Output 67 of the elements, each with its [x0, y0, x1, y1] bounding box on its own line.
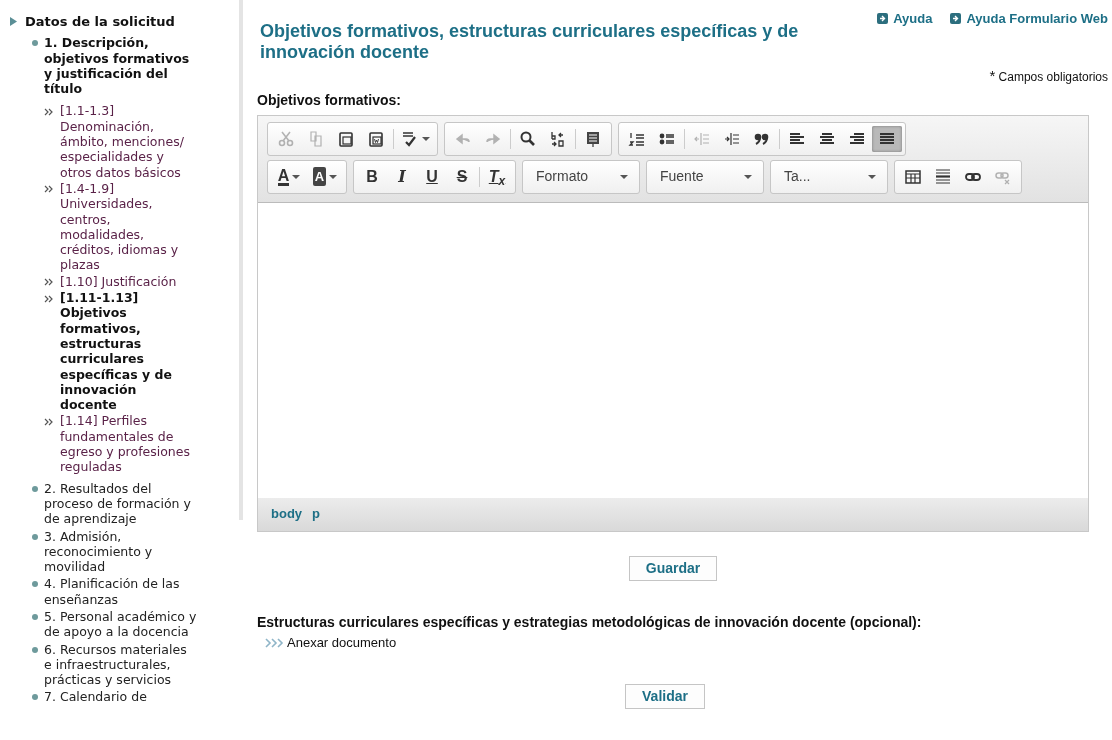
element-path-link[interactable]: body [271, 504, 303, 524]
clipboard-icon [337, 129, 355, 148]
italic-button[interactable]: I [387, 163, 417, 190]
bullet-icon [32, 485, 38, 492]
strikethrough-button[interactable]: S [447, 163, 477, 190]
sidebar-root-link[interactable]: Datos de la solicitud [25, 14, 175, 30]
sidebar-section-link[interactable]: 4. Planificación de las enseñanzas [44, 576, 197, 607]
horizontal-rule-icon [934, 167, 952, 186]
chevron-icon [44, 417, 54, 426]
underline-button[interactable]: U [417, 163, 447, 190]
sidebar-subsection-link[interactable]: [1.14] Perfiles fundamentales de egreso y profesiones reguladas [60, 413, 197, 475]
chevron-icon [44, 108, 54, 116]
sidebar-subsection-link[interactable]: [1.4-1.9] Universidades, centros, modalidades, créditos, idiomas y plazas [60, 180, 197, 273]
caret-icon [620, 174, 628, 179]
field-label: Objetivos formativos: [257, 90, 402, 110]
help-link[interactable]: Ayuda [877, 9, 933, 29]
scissors-icon [277, 129, 295, 148]
caret-icon [292, 174, 301, 179]
chevron-icon [44, 185, 54, 194]
attach-document-link[interactable]: Anexar documento [265, 632, 397, 653]
replace-icon [549, 129, 567, 148]
sidebar-subsection-link[interactable]: [1.10] Justificación [60, 273, 177, 290]
save-button[interactable]: Guardar [628, 555, 718, 581]
element-path-link[interactable]: p [312, 504, 320, 524]
dropdown[interactable]: Ta... [774, 163, 884, 190]
highlight-color-button[interactable]: A [307, 163, 343, 190]
bold-button[interactable]: B [357, 163, 387, 190]
bullet-icon [32, 40, 38, 47]
help-link[interactable]: Ayuda Formulario Web [950, 9, 1108, 29]
sidebar-subsection-link[interactable]: [1.1-1.3] Denominación, ámbito, menciones/ especialidades y otros datos básicos [60, 103, 197, 180]
page-title: Objetivos formativos, estructuras curriculares específicas y de innovación docente [260, 21, 800, 63]
section-label: Estructuras curriculares específicas y estrategias metodológicas de innovación docente (opcional): [257, 612, 923, 632]
sidebar-subsection-link[interactable]: [1.11-1.13] Objetivos formativos, estructuras curriculares específicas y de innovación docente [60, 290, 197, 413]
document-icon [584, 129, 602, 148]
caret-icon [744, 174, 752, 179]
validate-button[interactable]: Validar [625, 683, 705, 709]
bullet-icon [32, 614, 38, 620]
chevron-icon [44, 278, 54, 287]
bullet-icon [32, 581, 38, 588]
dropdown[interactable]: Fuente [650, 163, 760, 190]
arrow-icon [950, 13, 962, 25]
sidebar-section-link[interactable]: 7. Calendario de [44, 689, 147, 705]
text-color-button[interactable]: A [271, 163, 307, 190]
chevron-icon [44, 294, 54, 303]
search-icon [519, 129, 537, 148]
table-icon [904, 167, 922, 186]
caret-icon [868, 174, 876, 179]
dropdown[interactable]: Formato [526, 163, 636, 190]
bullet-icon [32, 694, 38, 701]
caret-icon [421, 136, 430, 141]
sidebar-section-link[interactable]: 6. Recursos materiales e infraestructurales, prácticas y servicios [44, 641, 197, 688]
required-fields-note: * Campos obligatorios [988, 66, 1108, 86]
caret-icon [329, 174, 338, 179]
clipboard-icon [367, 129, 385, 148]
sidebar-section-link[interactable]: 2. Resultados del proceso de formación y de aprendizaje [44, 480, 197, 527]
clear-format-button[interactable]: T$_{x}$ [482, 163, 512, 190]
sidebar-section-link[interactable]: 1. Descripción, objetivos formativos y justificación del título [44, 35, 197, 97]
sidebar-section-link[interactable]: 5. Personal académico y de apoyo a la docencia [44, 609, 197, 640]
chevron-icon [265, 637, 285, 648]
spellcheck-icon [400, 129, 419, 148]
justify-button[interactable] [872, 125, 902, 152]
sidebar-section-link[interactable]: 3. Admisión, reconocimiento y movilidad [44, 528, 197, 575]
expand-icon[interactable] [10, 17, 17, 27]
bullet-icon [32, 533, 38, 540]
copy-icon [307, 129, 325, 148]
bullet-icon [32, 646, 38, 653]
arrow-icon [877, 13, 889, 25]
